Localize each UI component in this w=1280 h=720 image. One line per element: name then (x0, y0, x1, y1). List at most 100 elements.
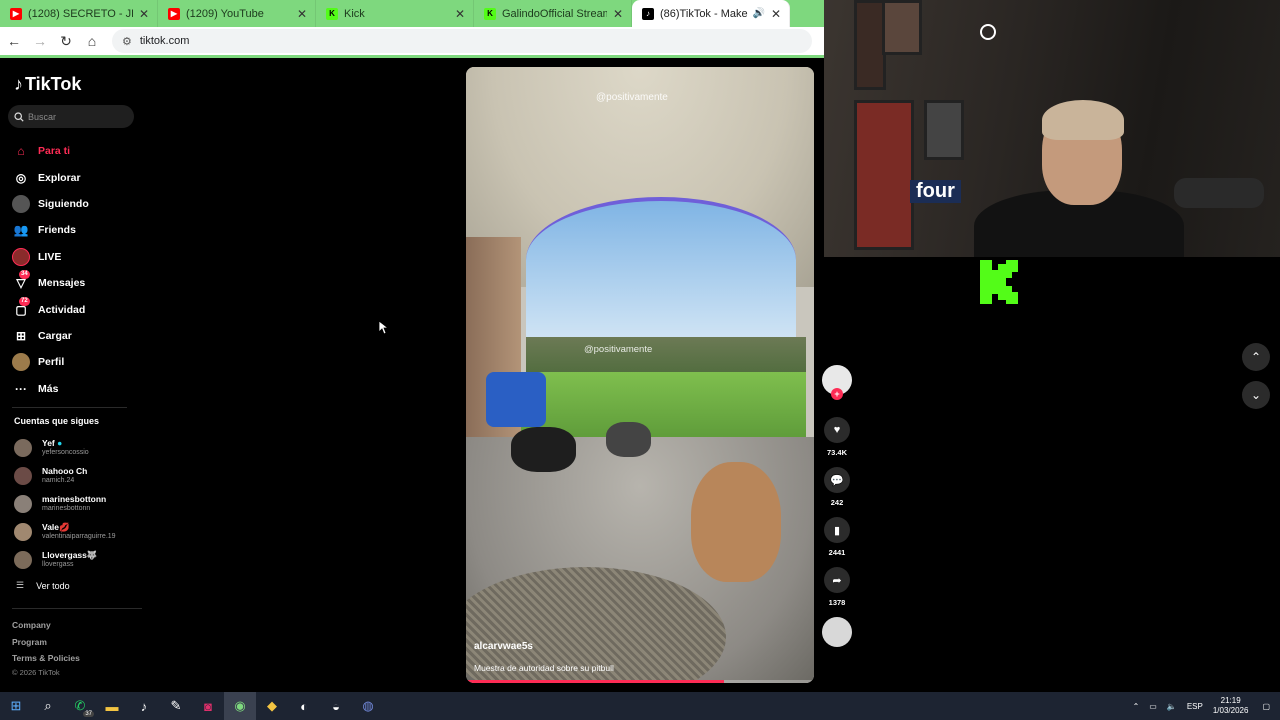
sidebar-item-live[interactable]: LIVE (12, 244, 132, 270)
close-icon[interactable]: ✕ (771, 7, 781, 21)
instagram-icon[interactable]: ◙ (192, 692, 224, 720)
tab-kick[interactable]: K Kick ✕ (316, 0, 474, 27)
chevron-up-icon[interactable]: ⌃ (1133, 702, 1140, 711)
sidebar-item-actividad[interactable]: ▢ 72 Actividad (12, 296, 132, 322)
tab-youtube-secreto[interactable]: ▶ (1208) SECRETO - JEYY LUCAS ft ✕ (0, 0, 158, 27)
upload-icon: ⊞ (15, 328, 27, 343)
footer-program-link[interactable]: Program (12, 637, 47, 647)
sidebar-item-cargar[interactable]: ⊞ Cargar (12, 323, 132, 349)
footer-copyright: © 2026 TikTok (12, 668, 60, 677)
sound-disc[interactable] (822, 617, 852, 647)
close-icon[interactable]: ✕ (297, 7, 307, 21)
video-author[interactable]: alcarvwae5s (474, 641, 533, 652)
tab-tiktok[interactable]: ♪ (86)TikTok - Make Your Day 🔊 ✕ (632, 0, 790, 27)
sidebar-item-perfil[interactable]: Perfil (12, 349, 132, 375)
following-account[interactable]: Llovergass🐺 llovergass (14, 546, 144, 574)
tab-galindo-stream[interactable]: K GalindoOfficial Stream - Watch ✕ (474, 0, 632, 27)
divider (12, 608, 142, 609)
chevron-up-icon[interactable]: ⌃ (1242, 343, 1270, 371)
system-tray: ⌃ ▭ 🔈 ESP 21:19 1/03/2026 ▢ (1133, 692, 1280, 720)
reload-icon[interactable]: ↻ (54, 29, 78, 53)
close-icon[interactable]: ✕ (139, 7, 149, 21)
video-watermark-top: @positivamente (596, 92, 668, 103)
author-avatar[interactable]: + (822, 365, 852, 400)
url-field[interactable]: ⚙ tiktok.com (112, 29, 812, 53)
messages-icon: ▽ 34 (16, 270, 30, 291)
video-progress-bar[interactable] (466, 680, 814, 683)
app-icon[interactable]: ◆ (256, 692, 288, 720)
screen: ▶ (1208) SECRETO - JEYY LUCAS ft ✕ ▶ (12… (0, 0, 1280, 720)
sidebar-item-mensajes[interactable]: ▽ 34 Mensajes (12, 270, 132, 296)
avatar: + (822, 365, 852, 400)
network-icon[interactable]: ▭ (1149, 702, 1157, 711)
avatar (14, 439, 32, 457)
save-button[interactable]: ▮ 2441 (822, 517, 852, 557)
avatar (14, 467, 32, 485)
address-bar-row: ← → ↻ ⌂ ⚙ tiktok.com (0, 27, 824, 58)
video-watermark: @positivamente (584, 344, 653, 355)
forward-icon[interactable]: → (28, 29, 52, 53)
follow-plus-icon[interactable]: + (831, 388, 843, 400)
wall-poster (882, 0, 922, 55)
tiktok-icon: ♪ (642, 7, 654, 20)
site-info-icon[interactable]: ⚙ (122, 35, 132, 48)
app-icon[interactable]: ✎ (160, 692, 192, 720)
search-input[interactable]: Buscar (8, 105, 134, 128)
following-account[interactable]: Yef ● yefersoncossio (14, 434, 144, 462)
comment-button[interactable]: 💬 242 (822, 467, 852, 507)
tiktok-logo[interactable]: ♪ TikTok (14, 74, 81, 95)
video-frame-chair (486, 372, 546, 427)
footer-company-link[interactable]: Company (12, 620, 51, 630)
sidebar-item-mas[interactable]: ··· Más (12, 376, 132, 402)
like-button[interactable]: ♥ 73.4K (822, 417, 852, 457)
tiktok-icon: ♪ (14, 74, 23, 94)
share-button[interactable]: ➦ 1378 (822, 567, 852, 607)
app-icon[interactable]: ◐ (288, 692, 320, 720)
avatar (14, 495, 32, 513)
streamer-webcam: four (824, 0, 1280, 257)
mouse-cursor-icon (379, 321, 389, 335)
speaker-icon[interactable]: 🔊 (752, 8, 764, 19)
tiktok-app-icon[interactable]: ♪ (128, 692, 160, 720)
brand-logo: four (910, 180, 961, 203)
chrome-icon[interactable]: ◉ (224, 692, 256, 720)
kick-icon: K (484, 7, 496, 20)
bookmark-icon: ▮ (824, 517, 850, 543)
search-icon[interactable]: ⌕ (32, 692, 64, 720)
live-icon (12, 247, 30, 266)
app-icon[interactable]: ◒ (320, 692, 352, 720)
volume-icon[interactable]: 🔈 (1167, 702, 1177, 711)
video-actions: + ♥ 73.4K 💬 242 ▮ 2441 ➦ 1378 (822, 365, 852, 647)
friends-icon: 👥 (13, 223, 29, 238)
see-all-link[interactable]: ☰ Ver todo (16, 580, 70, 591)
following-account[interactable]: Vale💋 valentinaiparraguirre.19 (14, 518, 144, 546)
clock[interactable]: 21:19 1/03/2026 (1213, 696, 1249, 716)
following-account[interactable]: marinesbottonn marinesbottonn (14, 490, 144, 518)
video-player[interactable]: @positivamente @positivamente alcarvwae5… (466, 67, 814, 683)
language-indicator[interactable]: ESP (1187, 702, 1203, 711)
chevron-down-icon[interactable]: ⌄ (1242, 381, 1270, 409)
footer-terms-link[interactable]: Terms & Policies (12, 653, 80, 663)
sidebar-item-siguiendo[interactable]: Siguiendo (12, 191, 132, 217)
microphone (1174, 178, 1264, 208)
more-icon: ··· (15, 381, 27, 396)
sidebar-item-explorar[interactable]: ◎ Explorar (12, 164, 132, 190)
sidebar-item-friends[interactable]: 👥 Friends (12, 217, 132, 243)
back-icon[interactable]: ← (2, 29, 26, 53)
windows-start-icon[interactable]: ⊞ (0, 692, 32, 720)
sidebar-item-para-ti[interactable]: ⌂ Para ti (12, 138, 132, 164)
close-icon[interactable]: ✕ (613, 7, 623, 21)
notifications-icon[interactable]: ▢ (1262, 702, 1270, 711)
close-icon[interactable]: ✕ (455, 7, 465, 21)
whatsapp-icon[interactable]: ✆ 37 (64, 692, 96, 720)
search-icon (14, 111, 24, 122)
file-explorer-icon[interactable]: ▬ (96, 692, 128, 720)
ring-light-icon (980, 24, 996, 40)
wall-poster (854, 100, 914, 250)
tab-youtube[interactable]: ▶ (1209) YouTube ✕ (158, 0, 316, 27)
home-button-icon[interactable]: ⌂ (80, 29, 104, 53)
streamer-hair (1042, 100, 1124, 140)
discord-icon[interactable]: ◍ (352, 692, 384, 720)
following-account[interactable]: Nahooo Ch namich.24 (14, 462, 144, 490)
list-icon: ☰ (16, 580, 25, 590)
